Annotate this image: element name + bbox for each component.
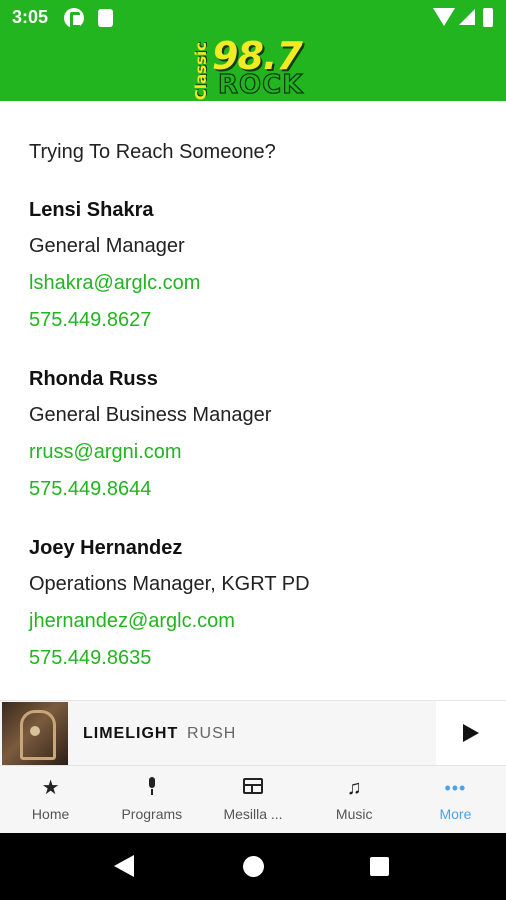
intro-text: Trying To Reach Someone? <box>29 141 276 163</box>
contact-role: General Manager <box>29 235 185 257</box>
tab-label: Music <box>335 806 373 822</box>
app-header: 3:05 Classic 98.7 ROCK <box>0 0 506 101</box>
contact-role: General Business Manager <box>29 404 272 426</box>
contact-name: Lensi Shakra <box>29 199 154 221</box>
tab-label: Mesilla ... <box>223 806 283 822</box>
tab-mesilla[interactable]: Mesilla ... <box>202 766 303 833</box>
now-playing-bar[interactable]: LIMELIGHT RUSH <box>0 700 506 766</box>
tab-home[interactable]: ★ Home <box>0 766 101 833</box>
contact-name: Rhonda Russ <box>29 368 158 390</box>
wifi-icon <box>433 8 455 26</box>
now-playing-artist: RUSH <box>187 725 237 742</box>
tab-music[interactable]: ♫ Music <box>304 766 405 833</box>
battery-icon <box>483 8 493 27</box>
contact-email-link[interactable]: lshakra@arglc.com <box>29 272 200 295</box>
star-icon: ★ <box>41 777 60 799</box>
microphone-icon <box>147 777 157 800</box>
tab-programs[interactable]: Programs <box>101 766 202 833</box>
bottom-nav: ★ Home Programs Mesilla ... ♫ Music ••• … <box>0 765 506 833</box>
more-dots-icon: ••• <box>444 778 467 798</box>
contact-email-link[interactable]: rruss@argni.com <box>29 441 182 464</box>
contact-email-link[interactable]: jhernandez@arglc.com <box>29 610 235 633</box>
contact-phone-link[interactable]: 575.449.8627 <box>29 309 151 332</box>
play-button[interactable] <box>436 701 506 766</box>
calendar-icon <box>243 777 263 799</box>
tab-label: More <box>439 806 472 822</box>
contact-role: Operations Manager, KGRT PD <box>29 573 310 595</box>
logo-classic: Classic <box>192 41 211 101</box>
album-art <box>2 702 68 765</box>
status-bar: 3:05 <box>0 0 506 36</box>
music-note-icon: ♫ <box>346 777 362 799</box>
status-time: 3:05 <box>12 7 49 27</box>
sd-card-icon <box>98 9 113 27</box>
system-nav-bar <box>0 833 506 900</box>
now-playing-song: LIMELIGHT <box>83 725 179 742</box>
recent-apps-icon[interactable] <box>370 857 389 876</box>
logo-rock: ROCK <box>217 69 304 100</box>
tab-label: Programs <box>121 806 183 822</box>
home-circle-icon[interactable] <box>243 856 264 877</box>
back-icon[interactable] <box>114 855 134 877</box>
contact-phone-link[interactable]: 575.449.8635 <box>29 647 151 670</box>
contact-name: Joey Hernandez <box>29 537 183 559</box>
tab-label: Home <box>31 806 70 822</box>
station-logo: Classic 98.7 ROCK <box>184 34 324 101</box>
tab-more[interactable]: ••• More <box>405 766 506 833</box>
signal-icon <box>459 9 475 25</box>
notification-app-icon <box>64 8 84 28</box>
contact-phone-link[interactable]: 575.449.8644 <box>29 478 151 501</box>
